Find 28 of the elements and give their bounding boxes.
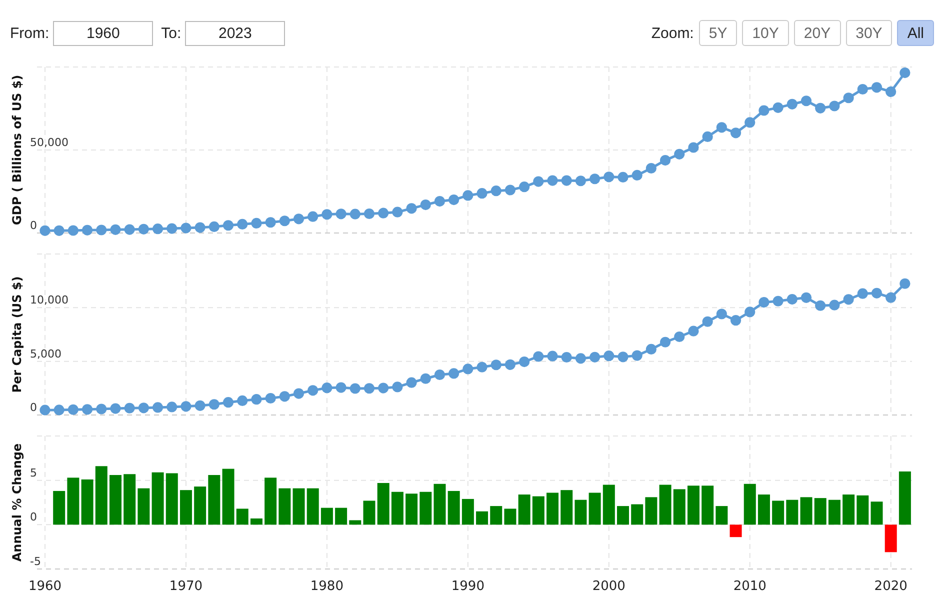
axis-tick-label: 0 xyxy=(30,219,37,232)
from-label: From: xyxy=(10,24,50,42)
axis-tick-label: 1960 xyxy=(28,579,62,594)
axis-tick-label: 2020 xyxy=(874,579,908,594)
axis-tick-label: 2000 xyxy=(592,579,626,594)
to-label: To: xyxy=(161,24,182,42)
from-year-field[interactable]: 1960 xyxy=(53,20,154,46)
zoom-button[interactable]: All xyxy=(897,20,934,46)
axis-tick-label: 50,000 xyxy=(30,136,68,149)
axis-tick-label: 5 xyxy=(30,466,37,480)
axis-title: GDP ( Billions of US $) xyxy=(10,74,24,226)
axis-tick-label: 1980 xyxy=(310,579,344,594)
axis-tick-label: 0 xyxy=(30,401,37,414)
axis-tick-label: -5 xyxy=(30,555,41,568)
axis-tick-label: 5,000 xyxy=(30,347,62,360)
to-year-field[interactable]: 2023 xyxy=(185,20,286,46)
zoom-label: Zoom: xyxy=(651,24,694,42)
axis-title: Annual % Change xyxy=(10,443,24,562)
axis-tick-label: 1970 xyxy=(169,579,203,594)
axis-title: Per Capita (US $) xyxy=(10,276,24,393)
zoom-button[interactable]: 10Y xyxy=(742,20,789,46)
zoom-button[interactable]: 30Y xyxy=(846,20,892,46)
zoom-button[interactable]: 20Y xyxy=(794,20,841,46)
axis-tick-label: 10,000 xyxy=(30,294,68,307)
zoom-button[interactable]: 5Y xyxy=(698,20,738,46)
axis-tick-label: 1990 xyxy=(451,579,484,594)
axis-tick-label: 2010 xyxy=(733,579,766,594)
axis-tick-label: 0 xyxy=(30,510,37,524)
